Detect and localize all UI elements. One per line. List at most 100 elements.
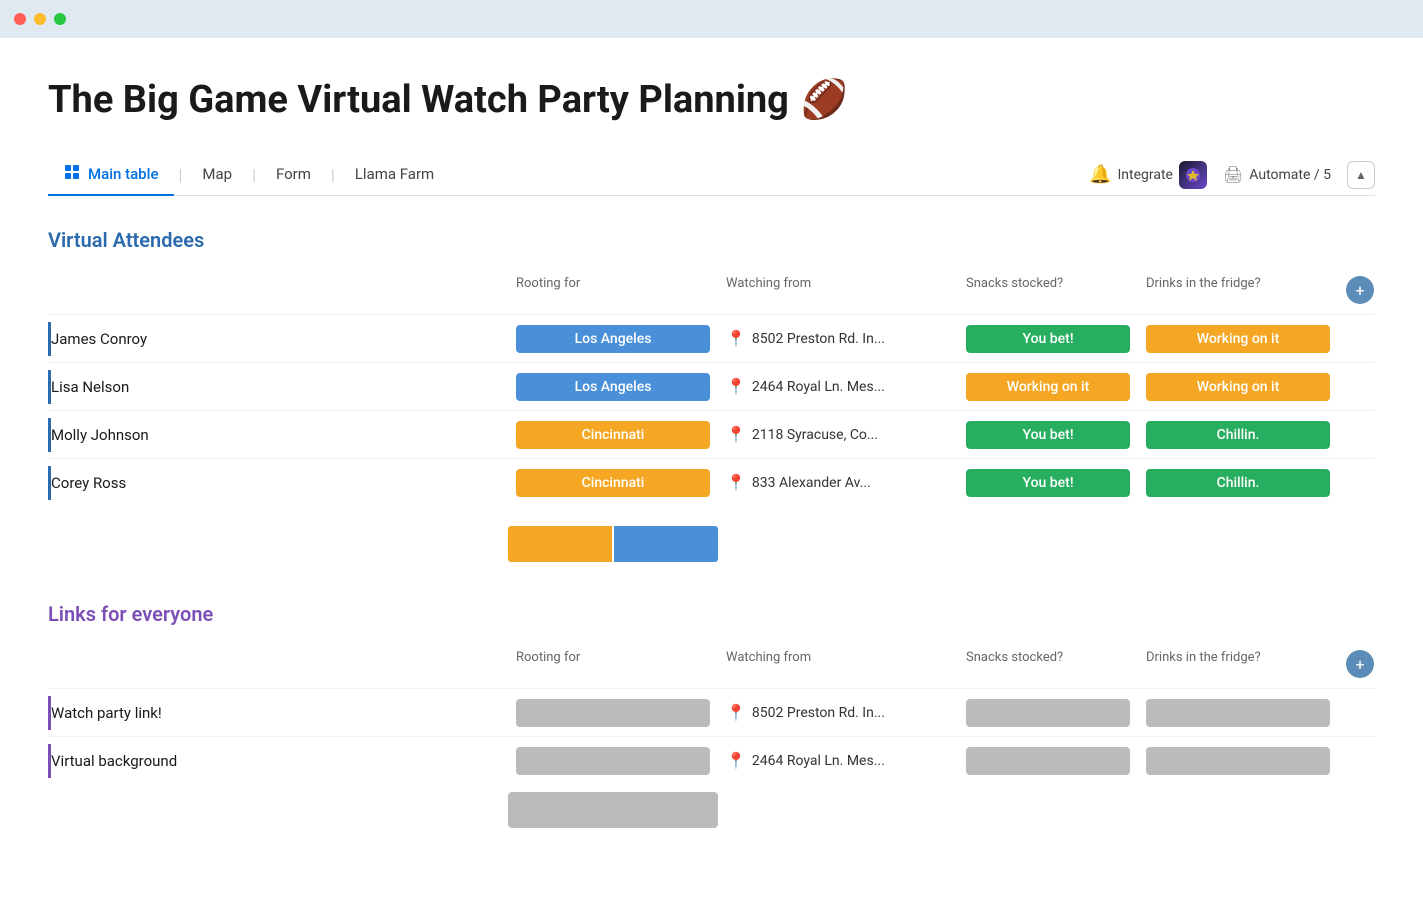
tab-main-table[interactable]: Main table bbox=[48, 154, 174, 196]
tag-snacks-james[interactable]: You bet! bbox=[966, 325, 1130, 353]
cell-rooting-corey: Cincinnati bbox=[508, 461, 718, 505]
bar-chart-row bbox=[48, 506, 1375, 562]
location-lisa: 2464 Royal Ln. Mes... bbox=[752, 379, 885, 395]
tag-drinks-corey[interactable]: Chillin. bbox=[1146, 469, 1330, 497]
links-th-add: + bbox=[1338, 646, 1374, 682]
tag-drinks-james[interactable]: Working on it bbox=[1146, 325, 1330, 353]
page-title-emoji: 🏈 bbox=[801, 78, 848, 122]
tag-drinks-molly[interactable]: Chillin. bbox=[1146, 421, 1330, 449]
cell-drinks-watch bbox=[1138, 691, 1338, 735]
cell-rooting-lisa: Los Angeles bbox=[508, 365, 718, 409]
location-corey: 833 Alexander Av... bbox=[752, 475, 871, 491]
cell-rooting-molly: Cincinnati bbox=[508, 413, 718, 457]
cell-extra-watch bbox=[1338, 705, 1374, 721]
maximize-dot[interactable] bbox=[54, 13, 66, 25]
table-row: Watch party link! 📍 8502 Preston Rd. In.… bbox=[48, 688, 1375, 736]
automate-label: Automate / 5 bbox=[1249, 167, 1331, 183]
tag-rooting-james[interactable]: Los Angeles bbox=[516, 325, 710, 353]
tab-form[interactable]: Form bbox=[260, 155, 327, 195]
cell-location-watch: 📍 8502 Preston Rd. In... bbox=[718, 695, 958, 730]
links-th-snacks: Snacks stocked? bbox=[958, 646, 1138, 682]
cell-drinks-lisa: Working on it bbox=[1138, 365, 1338, 409]
virtual-attendees-title: Virtual Attendees bbox=[48, 228, 1375, 252]
location-watch: 8502 Preston Rd. In... bbox=[752, 705, 885, 721]
separator-2: | bbox=[248, 165, 260, 184]
grey-drinks-virtual bbox=[1146, 747, 1330, 775]
pin-icon-virtual: 📍 bbox=[726, 751, 746, 770]
table-icon bbox=[64, 164, 80, 184]
th-drinks: Drinks in the fridge? bbox=[1138, 272, 1338, 308]
cell-rooting-virtual bbox=[508, 739, 718, 783]
minimize-dot[interactable] bbox=[34, 13, 46, 25]
titlebar bbox=[0, 0, 1423, 38]
pin-icon-watch: 📍 bbox=[726, 703, 746, 722]
links-bar-row bbox=[48, 784, 1375, 828]
links-th-watching: Watching from bbox=[718, 646, 958, 682]
virtual-attendees-table: Rooting for Watching from Snacks stocked… bbox=[48, 268, 1375, 562]
name-watch-link: Watch party link! bbox=[51, 704, 162, 722]
name-lisa: Lisa Nelson bbox=[51, 378, 129, 396]
tag-snacks-lisa[interactable]: Working on it bbox=[966, 373, 1130, 401]
th-name bbox=[48, 272, 508, 308]
bar-blue bbox=[614, 526, 718, 562]
table-row: Corey Ross Cincinnati 📍 833 Alexander Av… bbox=[48, 458, 1375, 506]
tag-rooting-corey[interactable]: Cincinnati bbox=[516, 469, 710, 497]
tag-snacks-corey[interactable]: You bet! bbox=[966, 469, 1130, 497]
page-content: The Big Game Virtual Watch Party Plannin… bbox=[0, 38, 1423, 908]
cell-drinks-james: Working on it bbox=[1138, 317, 1338, 361]
cell-extra-lisa bbox=[1338, 379, 1374, 395]
grey-tag bbox=[516, 699, 710, 727]
chevron-up-icon: ▲ bbox=[1355, 168, 1367, 182]
cell-name-molly: Molly Johnson bbox=[48, 418, 508, 452]
cell-snacks-james: You bet! bbox=[958, 317, 1138, 361]
tag-drinks-lisa[interactable]: Working on it bbox=[1146, 373, 1330, 401]
cell-snacks-lisa: Working on it bbox=[958, 365, 1138, 409]
table-row: James Conroy Los Angeles 📍 8502 Preston … bbox=[48, 314, 1375, 362]
tabs-right: 🔔 Integrate 🖨 Automate / 5 ▲ bbox=[1089, 161, 1375, 189]
cell-drinks-corey: Chillin. bbox=[1138, 461, 1338, 505]
cell-name-lisa: Lisa Nelson bbox=[48, 370, 508, 404]
bell-icon: 🔔 bbox=[1089, 164, 1111, 185]
location-james: 8502 Preston Rd. In... bbox=[752, 331, 885, 347]
cell-extra-corey bbox=[1338, 475, 1374, 491]
page-title-text: The Big Game Virtual Watch Party Plannin… bbox=[48, 78, 789, 122]
cell-name-virtual-bg: Virtual background bbox=[48, 744, 508, 778]
pin-icon-james: 📍 bbox=[726, 329, 746, 348]
tag-snacks-molly[interactable]: You bet! bbox=[966, 421, 1130, 449]
bar-orange bbox=[508, 526, 612, 562]
tag-rooting-molly[interactable]: Cincinnati bbox=[516, 421, 710, 449]
automate-action[interactable]: 🖨 Automate / 5 bbox=[1223, 165, 1331, 184]
tab-llama-farm[interactable]: Llama Farm bbox=[339, 155, 450, 195]
grey-snacks bbox=[966, 699, 1130, 727]
add-column-button[interactable]: + bbox=[1346, 276, 1374, 304]
integrate-label: Integrate bbox=[1117, 167, 1173, 183]
th-rooting: Rooting for bbox=[508, 272, 718, 308]
grey-tag-virtual bbox=[516, 747, 710, 775]
cell-extra-virtual bbox=[1338, 753, 1374, 769]
th-watching: Watching from bbox=[718, 272, 958, 308]
collapse-button[interactable]: ▲ bbox=[1347, 161, 1375, 189]
integrate-app-icon bbox=[1179, 161, 1207, 189]
th-snacks: Snacks stocked? bbox=[958, 272, 1138, 308]
cell-location-virtual: 📍 2464 Royal Ln. Mes... bbox=[718, 743, 958, 778]
integrate-action[interactable]: 🔔 Integrate bbox=[1089, 161, 1207, 189]
pin-icon-molly: 📍 bbox=[726, 425, 746, 444]
grey-drinks bbox=[1146, 699, 1330, 727]
tab-bar: Main table | Map | Form | Llama Farm 🔔 I… bbox=[48, 154, 1375, 196]
separator-1: | bbox=[174, 165, 186, 184]
name-james: James Conroy bbox=[51, 330, 147, 348]
separator-3: | bbox=[327, 165, 339, 184]
table-row: Molly Johnson Cincinnati 📍 2118 Syracuse… bbox=[48, 410, 1375, 458]
cell-snacks-corey: You bet! bbox=[958, 461, 1138, 505]
pin-icon-corey: 📍 bbox=[726, 473, 746, 492]
cell-extra-molly bbox=[1338, 427, 1374, 443]
tab-map[interactable]: Map bbox=[186, 155, 248, 195]
tab-main-table-label: Main table bbox=[88, 165, 158, 183]
close-dot[interactable] bbox=[14, 13, 26, 25]
grey-bar-container bbox=[508, 792, 718, 828]
links-add-column-button[interactable]: + bbox=[1346, 650, 1374, 678]
virtual-attendees-section: Virtual Attendees Rooting for Watching f… bbox=[48, 228, 1375, 562]
tag-rooting-lisa[interactable]: Los Angeles bbox=[516, 373, 710, 401]
cell-location-james: 📍 8502 Preston Rd. In... bbox=[718, 321, 958, 356]
bar-chart bbox=[508, 526, 718, 562]
